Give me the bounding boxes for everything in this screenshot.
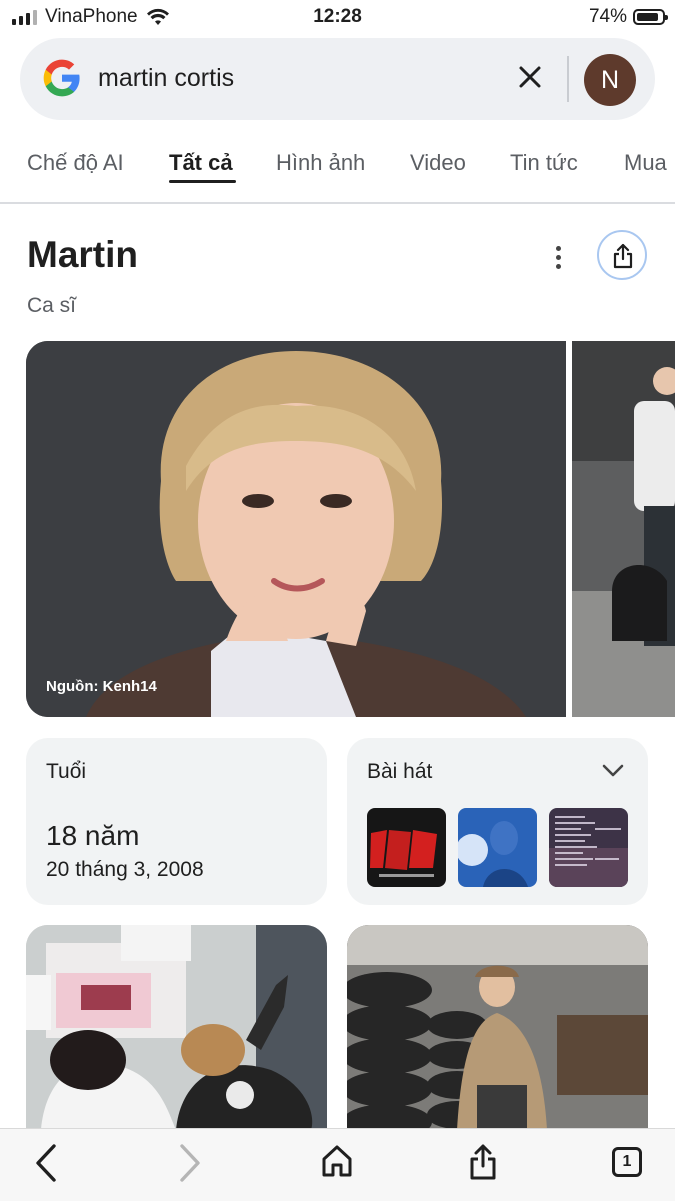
search-tabs: Chế độ AI Tất cả Hình ảnh Video Tin tức … bbox=[0, 144, 675, 204]
entity-subtitle: Ca sĩ bbox=[27, 294, 77, 317]
chevron-down-icon[interactable] bbox=[602, 764, 624, 778]
status-bar: VinaPhone 12:28 74% bbox=[0, 0, 675, 34]
age-card[interactable]: Tuổi 18 năm 20 tháng 3, 2008 bbox=[26, 738, 327, 905]
hero-image[interactable]: Nguồn: Kenh14 bbox=[26, 341, 566, 717]
songs-card[interactable]: Bài hát bbox=[347, 738, 648, 905]
album-art-red bbox=[367, 808, 446, 887]
tab-all[interactable]: Tất cả bbox=[169, 150, 233, 176]
portrait-photo bbox=[26, 341, 566, 717]
active-tab-indicator bbox=[169, 180, 236, 183]
tabs-count-button[interactable]: 1 bbox=[612, 1147, 642, 1177]
songs-label: Bài hát bbox=[367, 760, 433, 783]
forward-icon[interactable] bbox=[178, 1143, 202, 1183]
album-art-blue bbox=[458, 808, 537, 887]
clear-icon[interactable] bbox=[518, 62, 542, 94]
song-thumbnail[interactable] bbox=[549, 808, 628, 887]
album-art-tracklist bbox=[549, 808, 628, 887]
image-source: Nguồn: Kenh14 bbox=[46, 678, 157, 695]
browser-toolbar: 1 bbox=[0, 1128, 675, 1201]
share-icon[interactable] bbox=[468, 1143, 498, 1181]
tab-shopping[interactable]: Mua bbox=[624, 150, 667, 176]
song-thumbnail[interactable] bbox=[458, 808, 537, 887]
tab-news[interactable]: Tin tức bbox=[510, 150, 578, 176]
more-options-icon[interactable] bbox=[548, 246, 568, 274]
home-icon[interactable] bbox=[320, 1143, 354, 1179]
age-value: 18 năm bbox=[46, 820, 140, 851]
tab-images[interactable]: Hình ảnh bbox=[276, 150, 365, 176]
group-photo bbox=[26, 925, 327, 1130]
battery-group: 74% bbox=[588, 6, 668, 28]
search-input[interactable]: martin cortis bbox=[98, 64, 234, 93]
clock: 12:28 bbox=[313, 6, 362, 27]
share-button[interactable] bbox=[597, 230, 647, 280]
hero-image-secondary[interactable] bbox=[572, 341, 675, 717]
share-icon bbox=[613, 243, 633, 269]
tab-ai-mode[interactable]: Chế độ AI bbox=[27, 150, 124, 176]
street-photo bbox=[572, 341, 675, 717]
battery-icon bbox=[633, 9, 668, 25]
birth-date: 20 tháng 3, 2008 bbox=[46, 858, 204, 881]
image-result[interactable] bbox=[26, 925, 327, 1130]
search-divider bbox=[567, 56, 569, 102]
age-label: Tuổi bbox=[46, 760, 87, 783]
tab-video[interactable]: Video bbox=[410, 150, 466, 176]
account-avatar[interactable]: N bbox=[584, 54, 636, 106]
entity-title: Martin bbox=[27, 234, 138, 275]
song-thumbnail[interactable] bbox=[367, 808, 446, 887]
image-result[interactable] bbox=[347, 925, 648, 1130]
back-icon[interactable] bbox=[34, 1143, 58, 1183]
search-bar[interactable]: martin cortis N bbox=[20, 38, 655, 120]
tires-photo bbox=[347, 925, 648, 1130]
battery-percent: 74% bbox=[588, 6, 627, 27]
google-logo-icon bbox=[43, 59, 80, 97]
